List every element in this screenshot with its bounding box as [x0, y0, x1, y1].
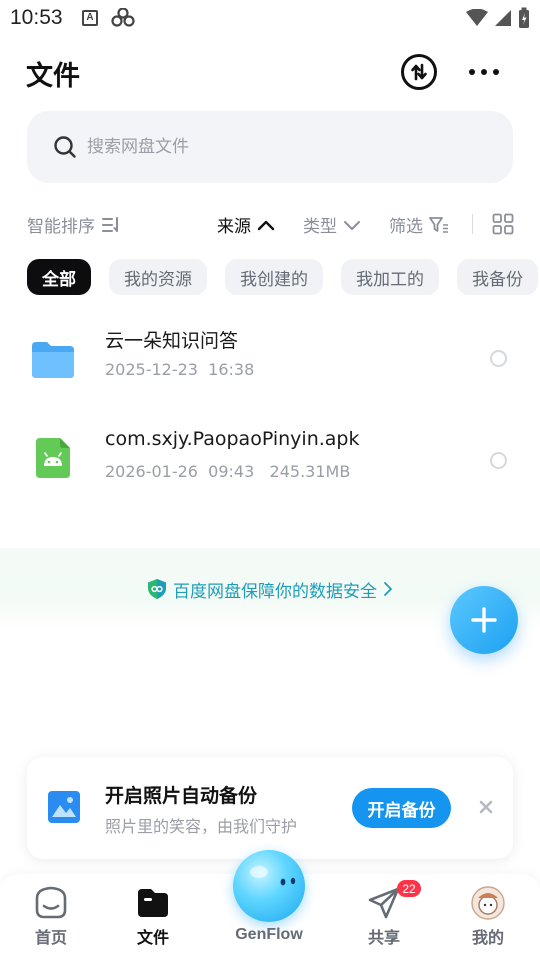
status-right-icons: [466, 7, 530, 29]
nav-share-label: 共享: [367, 928, 400, 947]
screen-filter-label: 筛选: [389, 217, 423, 237]
category-chip-row: 全部 我的资源 我创建的 我加工的 我备份: [27, 259, 538, 295]
chip-created-by-me[interactable]: 我创建的: [225, 259, 323, 295]
select-checkbox[interactable]: [490, 452, 507, 469]
file-meta: 2025-12-23 16:38: [105, 360, 254, 379]
status-time: 10:53: [10, 6, 63, 29]
file-date: 2026-01-26: [105, 462, 198, 481]
chevron-right-icon: [384, 582, 392, 596]
plus-icon: [471, 607, 497, 633]
screen-filter-button[interactable]: 筛选: [389, 212, 449, 237]
chip-all[interactable]: 全部: [27, 259, 91, 295]
list-item[interactable]: com.sxjy.PaopaoPinyin.apk 2026-01-26 09:…: [0, 426, 540, 506]
funnel-icon: [429, 216, 448, 233]
divider: [472, 214, 473, 234]
file-name: 云一朵知识问答: [105, 330, 239, 352]
files-folder-icon: [138, 889, 168, 917]
nav-files[interactable]: 文件: [113, 886, 193, 948]
file-size: 245.31MB: [269, 462, 351, 481]
list-item[interactable]: 云一朵知识问答 2025-12-23 16:38: [0, 324, 540, 404]
nav-mine[interactable]: 我的: [448, 886, 528, 948]
search-bar[interactable]: [27, 111, 513, 183]
more-dot-icon: [493, 69, 499, 75]
sort-order-icon: [102, 216, 118, 232]
transfer-arrows-icon: [411, 63, 427, 81]
battery-icon: [519, 7, 529, 28]
wifi-icon: [466, 9, 488, 26]
status-bar: 10:53 A: [0, 0, 540, 38]
smart-sort-label: 智能排序: [27, 217, 95, 237]
smart-sort-button[interactable]: 智能排序: [27, 212, 121, 237]
sort-filter-row: 智能排序 来源 类型 筛选: [0, 208, 540, 240]
close-button[interactable]: [479, 799, 493, 818]
chip-processed-by-me[interactable]: 我加工的: [341, 259, 439, 295]
nav-genflow-label: GenFlow: [235, 926, 303, 943]
type-filter-label: 类型: [303, 217, 337, 237]
backup-card-subtitle: 照片里的笑容，由我们守护: [105, 817, 298, 836]
type-filter-button[interactable]: 类型: [303, 212, 361, 237]
page-title: 文件: [26, 61, 80, 92]
folder-icon: [30, 340, 76, 384]
backup-card-title: 开启照片自动备份: [105, 785, 258, 807]
app-notification-icon: [111, 7, 135, 32]
grid-view-icon: [492, 213, 514, 235]
select-checkbox[interactable]: [490, 350, 507, 367]
chevron-up-icon: [257, 220, 275, 230]
shield-icon: [148, 579, 166, 599]
more-dot-icon: [469, 69, 475, 75]
nav-home-label: 首页: [34, 928, 67, 947]
safety-banner-text: 百度网盘保障你的数据安全: [173, 581, 377, 602]
add-button[interactable]: [450, 586, 518, 654]
android-apk-icon: [36, 438, 70, 482]
avatar: [471, 886, 505, 920]
transfer-button[interactable]: [401, 54, 437, 90]
file-meta: 2026-01-26 09:43 245.31MB: [105, 462, 350, 481]
enable-backup-button[interactable]: 开启备份: [352, 788, 451, 828]
source-filter-label: 来源: [217, 217, 251, 237]
grid-view-button[interactable]: [492, 213, 514, 239]
file-time: 16:38: [208, 360, 255, 379]
more-options-button[interactable]: [466, 60, 502, 84]
chevron-down-icon: [344, 220, 360, 230]
source-filter-button[interactable]: 来源: [217, 212, 275, 237]
file-date: 2025-12-23: [105, 360, 198, 379]
nav-home[interactable]: 首页: [11, 886, 91, 948]
share-count-badge: 22: [397, 880, 421, 897]
file-time: 09:43: [208, 462, 255, 481]
more-dot-icon: [481, 69, 487, 75]
search-icon: [53, 135, 77, 159]
close-icon: [479, 800, 493, 814]
genflow-mascot-icon: [250, 866, 296, 886]
photo-backup-card: 开启照片自动备份 照片里的笑容，由我们守护 开启备份: [27, 757, 513, 859]
keyboard-a-icon: A: [82, 10, 98, 26]
home-face-icon: [35, 886, 67, 919]
search-input[interactable]: [87, 137, 467, 157]
nav-files-label: 文件: [136, 928, 169, 947]
signal-icon: [495, 10, 511, 26]
nav-mine-label: 我的: [471, 928, 504, 947]
genflow-button[interactable]: [233, 850, 305, 922]
chip-my-backup[interactable]: 我备份: [457, 259, 538, 295]
photo-icon: [48, 791, 80, 827]
file-name: com.sxjy.PaopaoPinyin.apk: [105, 428, 360, 450]
chip-my-resources[interactable]: 我的资源: [109, 259, 207, 295]
